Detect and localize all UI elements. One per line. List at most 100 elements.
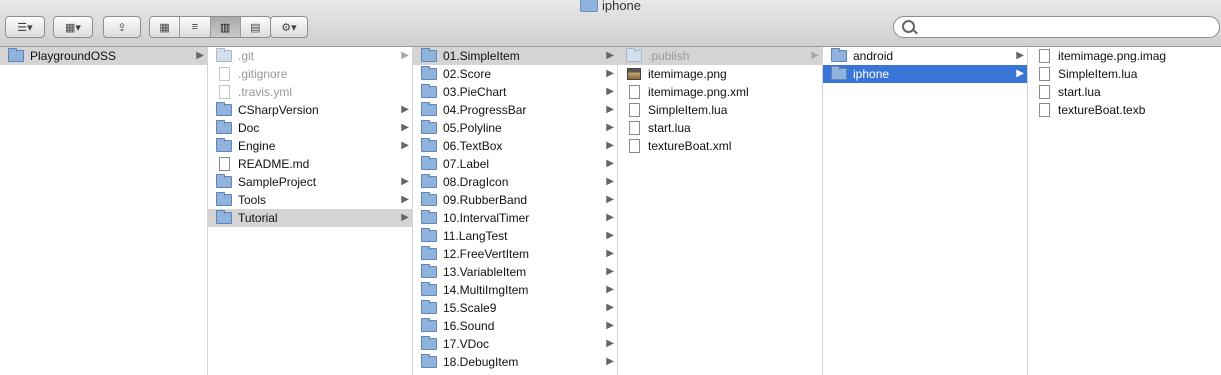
file-item[interactable]: itemimage.png [618, 65, 822, 83]
folder-item[interactable]: Engine ▶ [208, 137, 412, 155]
file-item[interactable]: SimpleItem.lua [1028, 65, 1221, 83]
column-browser: PlaygroundOSS ▶ .git ▶ .gitignore .travis.ym… [0, 47, 1221, 375]
cover-flow-button[interactable]: ▤ [240, 17, 270, 37]
folder-item[interactable]: 14.MultiImgItem ▶ [413, 281, 617, 299]
document-icon [219, 67, 230, 81]
folder-item[interactable]: Tutorial ▶ [208, 209, 412, 227]
file-item[interactable]: .travis.yml [208, 83, 412, 101]
item-label: android [853, 49, 894, 63]
folder-item[interactable]: PlaygroundOSS ▶ [0, 47, 207, 65]
item-label: 06.TextBox [443, 139, 503, 153]
folder-icon [216, 210, 232, 224]
folder-item[interactable]: 11.LangTest ▶ [413, 227, 617, 245]
folder-item[interactable]: 18.DebugItem ▶ [413, 353, 617, 371]
window-toolbar: iphone ☰▾ ▦▾ ⇪ ▦ ≡ ▥ ▤ ⚙▾ [0, 0, 1221, 47]
item-label: .gitignore [238, 67, 288, 81]
view-options-button[interactable]: ☰▾ [5, 16, 45, 38]
document-icon [629, 103, 640, 117]
folder-item[interactable]: 17.VDoc ▶ [413, 335, 617, 353]
item-label: Doc [238, 121, 260, 135]
arrange-button[interactable]: ▦▾ [53, 16, 93, 38]
folder-item[interactable]: 10.IntervalTimer ▶ [413, 209, 617, 227]
folder-item[interactable]: 03.PieChart ▶ [413, 83, 617, 101]
disclosure-arrow-icon: ▶ [401, 50, 409, 61]
folder-item[interactable]: 16.Sound ▶ [413, 317, 617, 335]
disclosure-arrow-icon: ▶ [606, 50, 614, 61]
folder-item[interactable]: 04.ProgressBar ▶ [413, 101, 617, 119]
folder-item[interactable]: Tools ▶ [208, 191, 412, 209]
file-item[interactable]: itemimage.png.imag [1028, 47, 1221, 65]
share-button[interactable]: ⇪ [103, 16, 141, 38]
file-item[interactable]: .gitignore [208, 65, 412, 83]
folder-icon [421, 66, 437, 80]
column-3: 01.SimpleItem ▶ 02.Score ▶ 03.PieChart ▶ 04.Pr… [413, 47, 618, 375]
folder-item[interactable]: 02.Score ▶ [413, 65, 617, 83]
folder-item[interactable]: CSharpVersion ▶ [208, 101, 412, 119]
item-label: 12.FreeVertItem [443, 247, 530, 261]
item-label: SampleProject [238, 175, 317, 189]
folder-icon [421, 210, 437, 224]
column-2: .git ▶ .gitignore .travis.yml CSharpVersion ▶… [208, 47, 413, 375]
folder-icon [421, 48, 437, 62]
folder-item[interactable]: 05.Polyline ▶ [413, 119, 617, 137]
item-label: 03.PieChart [443, 85, 507, 99]
disclosure-arrow-icon: ▶ [606, 212, 614, 223]
folder-icon [421, 300, 437, 314]
column-4: .publish ▶ itemimage.png itemimage.png.xml S… [618, 47, 823, 375]
search-input[interactable] [918, 19, 1212, 37]
item-label: 04.ProgressBar [443, 103, 527, 117]
disclosure-arrow-icon: ▶ [606, 284, 614, 295]
folder-icon [421, 120, 437, 134]
file-item[interactable]: SimpleItem.lua [618, 101, 822, 119]
file-item[interactable]: textureBoat.xml [618, 137, 822, 155]
folder-item[interactable]: SampleProject ▶ [208, 173, 412, 191]
document-icon [1039, 103, 1050, 117]
item-label: itemimage.png [648, 67, 727, 81]
item-label: textureBoat.texb [1058, 103, 1146, 117]
file-item[interactable]: README.md [208, 155, 412, 173]
file-item[interactable]: start.lua [618, 119, 822, 137]
folder-item[interactable]: 12.FreeVertItem ▶ [413, 245, 617, 263]
view-mode-segmented-control: ▦ ≡ ▥ ▤ [149, 16, 271, 38]
folder-icon [421, 282, 437, 296]
folder-item[interactable]: Doc ▶ [208, 119, 412, 137]
folder-icon [421, 102, 437, 116]
file-item[interactable]: textureBoat.texb [1028, 101, 1221, 119]
item-label: 11.LangTest [443, 229, 508, 243]
file-item[interactable]: itemimage.png.xml [618, 83, 822, 101]
search-field[interactable] [893, 16, 1220, 38]
item-label: SimpleItem.lua [648, 103, 728, 117]
disclosure-arrow-icon: ▶ [401, 122, 409, 133]
item-label: 18.DebugItem [443, 355, 519, 369]
folder-item[interactable]: .git ▶ [208, 47, 412, 65]
disclosure-arrow-icon: ▶ [606, 176, 614, 187]
folder-item[interactable]: 06.TextBox ▶ [413, 137, 617, 155]
disclosure-arrow-icon: ▶ [196, 50, 204, 61]
folder-item[interactable]: 01.SimpleItem ▶ [413, 47, 617, 65]
column-view-button[interactable]: ▥ [210, 17, 241, 37]
folder-item[interactable]: 13.VariableItem ▶ [413, 263, 617, 281]
folder-icon [421, 246, 437, 260]
folder-icon [216, 120, 232, 134]
folder-item[interactable]: iphone ▶ [823, 65, 1027, 83]
folder-item[interactable]: 08.DragIcon ▶ [413, 173, 617, 191]
disclosure-arrow-icon: ▶ [401, 194, 409, 205]
disclosure-arrow-icon: ▶ [606, 230, 614, 241]
folder-icon [421, 174, 437, 188]
folder-item[interactable]: .publish ▶ [618, 47, 822, 65]
folder-item[interactable]: android ▶ [823, 47, 1027, 65]
disclosure-arrow-icon: ▶ [401, 104, 409, 115]
folder-icon [216, 138, 232, 152]
folder-item[interactable]: 15.Scale9 ▶ [413, 299, 617, 317]
icon-view-button[interactable]: ▦ [150, 17, 181, 37]
item-label: .git [238, 49, 255, 63]
folder-icon [216, 48, 232, 62]
folder-item[interactable]: 07.Label ▶ [413, 155, 617, 173]
item-label: CSharpVersion [238, 103, 319, 117]
file-item[interactable]: start.lua [1028, 83, 1221, 101]
document-icon [629, 121, 640, 135]
folder-icon [421, 264, 437, 278]
list-view-button[interactable]: ≡ [180, 17, 211, 37]
folder-item[interactable]: 09.RubberBand ▶ [413, 191, 617, 209]
action-gear-button[interactable]: ⚙▾ [270, 16, 308, 38]
